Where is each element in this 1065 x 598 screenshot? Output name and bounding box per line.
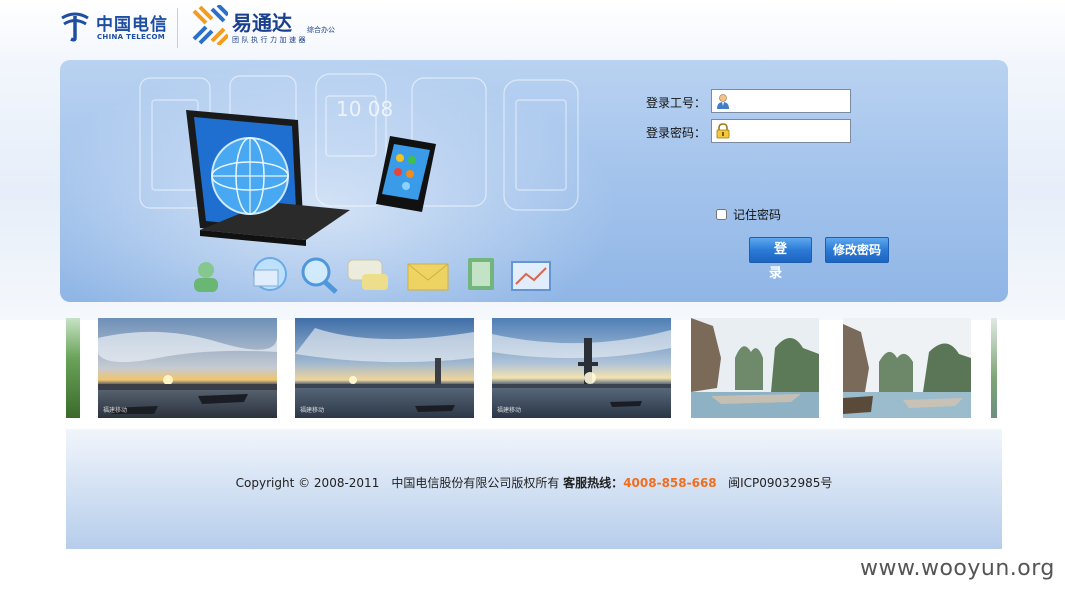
photo-karst-raft[interactable]: [843, 318, 971, 418]
china-telecom-mark-icon: [61, 12, 89, 42]
login-form: 登录工号： 登录密码： 记住密码 登 录 修改密码: [646, 86, 946, 281]
username-input[interactable]: [734, 92, 850, 112]
icp-number: 闽ICP09032985号: [728, 476, 833, 490]
sunset-tower-image: [295, 318, 474, 418]
product-subtitle: 综合办公: [307, 26, 335, 34]
photo-sunset-tower[interactable]: 福建移动: [295, 318, 474, 418]
header-divider: [177, 8, 178, 48]
product-name: 易通达: [232, 11, 292, 35]
remember-label: 记住密码: [733, 208, 782, 222]
message-icon: [347, 259, 388, 290]
username-row: 登录工号：: [646, 88, 946, 114]
notebook-icon: [468, 258, 494, 290]
photo-watermark: 福建移动: [497, 407, 522, 414]
change-password-button[interactable]: 修改密码: [825, 237, 889, 263]
password-label: 登录密码：: [646, 126, 707, 140]
app-icons: [194, 257, 551, 294]
footer: Copyright © 2008-2011 中国电信股份有限公司版权所有 客服热…: [66, 429, 1002, 549]
footer-text: Copyright © 2008-2011 中国电信股份有限公司版权所有 客服热…: [66, 474, 1002, 491]
sunset-bridge-image: [492, 318, 671, 418]
remember-checkbox[interactable]: [716, 209, 727, 220]
china-telecom-logo: 中国电信 CHINA TELECOM: [56, 4, 168, 48]
password-row: 登录密码：: [646, 118, 946, 144]
yitongda-logo: 易通达 综合办公 团队执行力加速器: [190, 4, 350, 50]
username-field[interactable]: [711, 89, 851, 113]
password-field[interactable]: [711, 119, 851, 143]
remember-password[interactable]: 记住密码: [716, 206, 781, 223]
lock-icon: [716, 123, 730, 139]
login-banner: 10 08 登录工号： 登录密码： 记住密码 登 录 修改密码: [60, 60, 1008, 302]
photo-edge-right: [991, 318, 997, 418]
sunset-harbor-image: [98, 318, 277, 418]
site-watermark: www.wooyun.org: [860, 556, 1055, 581]
photo-watermark: 福建移动: [300, 407, 325, 414]
mail-icon: [407, 263, 449, 291]
photo-sunset-harbor[interactable]: 福建移动: [98, 318, 277, 418]
photo-edge-left: [66, 318, 80, 418]
user-icon: [717, 94, 729, 109]
email-globe-icon: [253, 257, 287, 291]
photo-sunset-bridge[interactable]: 福建移动: [492, 318, 671, 418]
login-button[interactable]: 登 录: [749, 237, 812, 281]
copyright-text: Copyright © 2008-2011 中国电信股份有限公司版权所有: [235, 476, 560, 490]
phone-clock-text: 10 08: [336, 97, 393, 121]
product-slogan: 团队执行力加速器: [232, 36, 308, 44]
username-label: 登录工号：: [646, 96, 707, 110]
chart-icon: [511, 261, 551, 291]
photo-strip: 福建移动 福建移动 福建移动: [60, 316, 1005, 420]
search-icon: [301, 257, 338, 294]
karst-river-image: [691, 318, 819, 418]
yitongda-mark-icon: [192, 5, 228, 45]
photo-karst-river[interactable]: [691, 318, 819, 418]
smartphone-icon: [376, 136, 436, 212]
password-input[interactable]: [734, 122, 850, 142]
photo-watermark: 福建移动: [103, 407, 128, 414]
hotline-number: 4008-858-668: [623, 476, 717, 490]
contacts-icon: [194, 262, 218, 292]
banner-illustration: 10 08: [139, 73, 579, 294]
header: 中国电信 CHINA TELECOM 易通达 综合办公 团队执行力加速器: [56, 4, 356, 50]
china-telecom-en: CHINA TELECOM: [97, 33, 166, 41]
china-telecom-cn: 中国电信: [96, 15, 168, 35]
hotline-label: 客服热线：: [563, 476, 624, 490]
karst-raft-image: [843, 318, 971, 418]
